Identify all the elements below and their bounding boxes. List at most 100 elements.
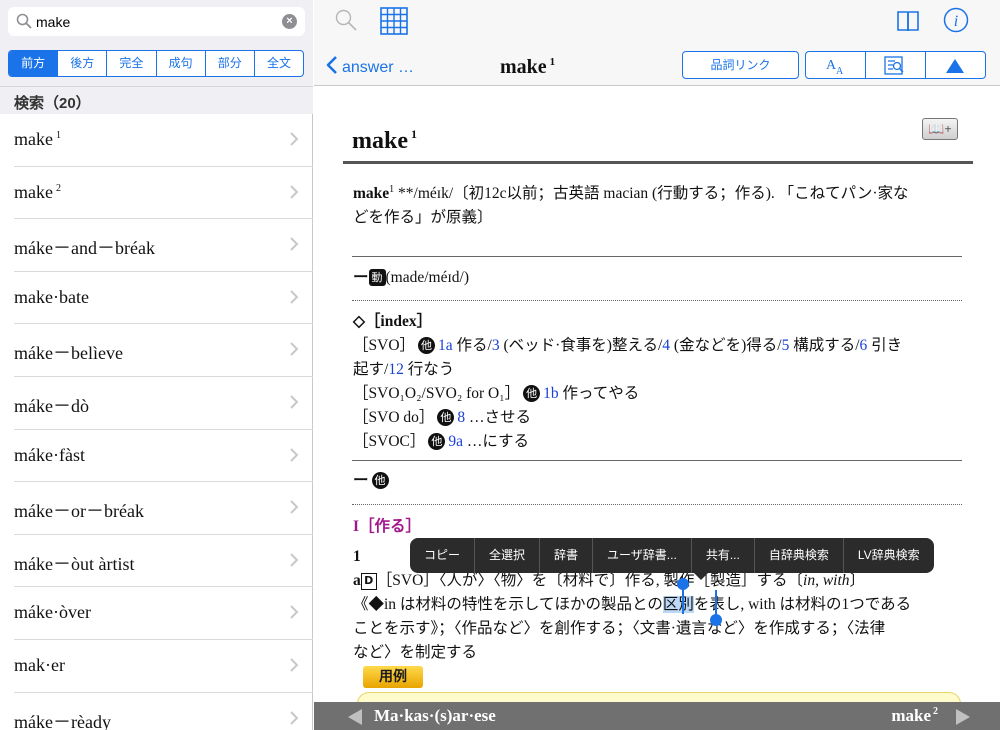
book-icon[interactable] [896,10,920,32]
prev-entry[interactable]: Ma·kas·(s)ar·ese [374,706,496,726]
sense-text: ことを示す》；〈作品など〉を創作する；〈文書·遺言など〉を作成する；〈法律 [353,620,886,637]
verb-forms[interactable]: ー動 (made/méɪd/) [353,266,963,290]
menu-item[interactable]: LV辞典検索 [844,538,934,573]
result-item[interactable]: máke－dò [14,377,313,430]
next-entry-text: make [891,706,931,725]
pos-link-button[interactable]: 品詞リンク [682,51,799,79]
headword: make 1 [352,122,417,153]
sense-link[interactable]: 1a [438,337,453,354]
transitive-heading: ー他 [353,469,963,493]
selection-end-handle[interactable] [710,614,722,626]
next-entry[interactable]: make 2 [891,706,938,726]
font-size-button[interactable]: AA [806,52,866,78]
result-item[interactable]: máke－or－bréak [14,482,313,535]
add-bookmark-button[interactable]: 📖+ [922,118,958,140]
result-word: máke－rèady [14,708,111,730]
result-item[interactable]: make 2 [14,167,313,220]
sense-text: など〉を制定する [353,644,478,661]
sense-text: を表し, with は材料の1つである [693,596,912,613]
chevron-right-icon [290,447,299,462]
sense-text: …させる [465,409,532,426]
menu-item[interactable]: 自辞典検索 [755,538,844,573]
etymology[interactable]: make1 **/méɪk/〔初12c以前；古英語 macian (行動する；作… [353,178,963,230]
result-word-sup: 1 [55,130,61,141]
mode-suffix[interactable]: 後方 [58,51,108,76]
grid-icon[interactable] [380,7,408,35]
search-bar: × [0,0,313,44]
transitive-mark-icon: 他 [437,409,455,426]
mode-exact[interactable]: 完全 [107,51,157,76]
result-word: máke·fàst [14,445,85,466]
nav-title: make 1 [500,56,555,79]
result-word-text: make [14,129,53,149]
search-input[interactable] [36,11,276,32]
sense-link[interactable]: 12 [388,361,404,378]
result-word-text: máke－rèady [14,711,111,730]
sense-link[interactable]: 8 [457,409,465,426]
sense-text: 行なう [403,361,455,378]
sense-link[interactable]: 9a [448,433,463,450]
entry-content: make 1 📖+ make1 **/méɪk/〔初12c以前；古英語 macia… [343,86,973,702]
selection-start-bar [682,588,684,614]
chevron-right-icon [290,658,299,672]
etym-text-2: どを作る」が原義〕 [353,209,493,227]
sense-link[interactable]: 1b [543,385,559,402]
nav-bar: answer … make 1 品詞リンク AA [314,44,1000,86]
result-item[interactable]: make·bate [14,272,313,325]
result-word-text: máke·fàst [14,444,85,465]
d-mark-icon: D [360,573,377,590]
result-item[interactable]: máke－belìeve [14,324,313,377]
result-item[interactable]: máke－rèady [14,693,313,730]
result-word-text: máke－dò [14,395,89,416]
sense-text: 構成する/ [789,337,860,354]
result-item[interactable]: mak·er [14,640,313,693]
svoc-label: ［SVOC］ [353,433,426,450]
nav-title-text: make [500,56,547,78]
sense-text: (金などを)得る/ [670,337,782,354]
sense-link[interactable]: 3 [492,337,500,354]
clear-search-icon[interactable]: × [282,14,297,29]
result-item[interactable]: máke·fàst [14,430,313,483]
search-pane: × 前方 後方 完全 成句 部分 全文 検索（20） make1make2mák… [0,0,313,730]
result-word-text: máke·òver [14,602,91,623]
info-icon[interactable]: i [943,7,969,33]
page-search-button[interactable] [866,52,926,78]
sense-text: 作る/ [452,337,492,354]
menu-item[interactable]: コピー [410,538,476,573]
next-arrow-icon[interactable] [954,708,972,726]
sense-text: 《◆in は材料の特性を示してほかの製品との [353,596,663,613]
result-item[interactable]: máke－and－bréak [14,219,313,272]
scroll-top-button[interactable] [926,52,985,78]
result-item[interactable]: make 1 [14,114,313,167]
divider [352,504,962,505]
prev-arrow-icon[interactable] [346,708,364,726]
result-item[interactable]: máke·òver [14,587,313,640]
chevron-right-icon [290,290,299,304]
index-section[interactable]: ◇［index］ ［SVO］ 他 1a 作る/3 (ベッド·食事を)整える/4 (金… [353,310,963,454]
menu-item[interactable]: 全選択 [475,538,541,573]
result-item[interactable]: máke－òut àrtist [14,535,313,588]
search-field[interactable]: × [8,7,305,36]
sense-text: 起す/ [353,361,389,378]
sense-text: 作ってやる [558,385,640,402]
back-label: answer … [342,59,415,76]
svg-text:A: A [836,66,844,76]
mode-phrase[interactable]: 成句 [157,51,206,76]
view-button-group: AA [805,51,986,79]
search-icon[interactable] [334,8,358,32]
result-word-text: make·bate [14,286,89,307]
examples-label[interactable]: 用例 [363,666,423,688]
selected-text[interactable]: 区別 [662,596,694,613]
result-word: máke－dò [14,392,89,418]
mode-fulltext[interactable]: 全文 [255,51,303,76]
menu-item[interactable]: 辞書 [540,538,594,573]
menu-item[interactable]: 共有... [692,538,755,573]
sense-text: 引き [867,337,903,354]
sense-link[interactable]: 4 [662,337,670,354]
sense-prep: in, with [803,572,850,589]
mode-partial[interactable]: 部分 [206,51,255,76]
back-button[interactable]: answer … [326,55,414,77]
result-word-sup: 2 [55,182,61,194]
mode-prefix[interactable]: 前方 [9,51,59,76]
menu-item[interactable]: ユーザ辞書... [593,538,692,573]
